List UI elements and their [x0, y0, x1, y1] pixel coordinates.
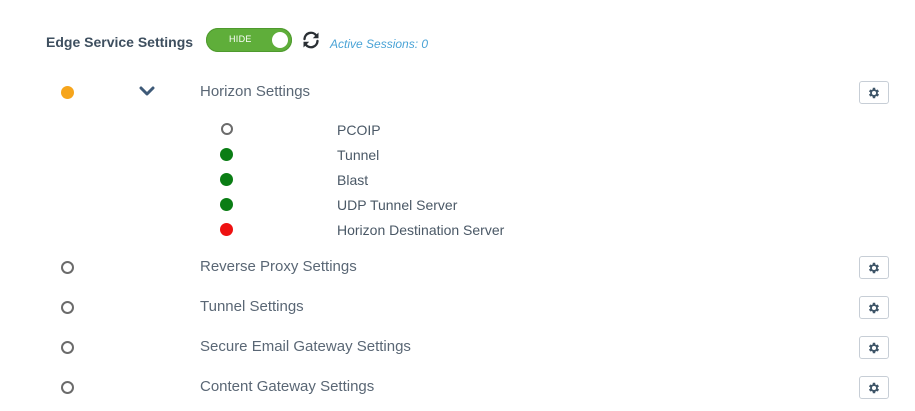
sub-item-blast: Blast	[337, 172, 369, 188]
secure-email-gateway-gear-button[interactable]	[859, 336, 889, 359]
service-label-secure-email-gateway[interactable]: Secure Email Gateway Settings	[200, 338, 411, 355]
service-label-content-gateway[interactable]: Content Gateway Settings	[200, 378, 374, 395]
tunnel-settings-gear-button[interactable]	[859, 296, 889, 319]
content-gateway-gear-button[interactable]	[859, 376, 889, 399]
page-title: Edge Service Settings	[46, 34, 194, 50]
udp-tunnel-status-dot	[220, 198, 233, 211]
service-label-reverse-proxy[interactable]: Reverse Proxy Settings	[200, 258, 357, 275]
sub-item-horizon-destination-server: Horizon Destination Server	[337, 222, 505, 238]
chevron-down-icon[interactable]	[139, 85, 155, 97]
content-gateway-status-dot	[61, 381, 74, 394]
gear-icon	[868, 302, 880, 313]
hide-toggle[interactable]: HIDE	[206, 28, 292, 52]
toggle-label: HIDE	[229, 34, 252, 44]
service-label-tunnel[interactable]: Tunnel Settings	[200, 298, 304, 315]
horizon-settings-gear-button[interactable]	[859, 81, 889, 104]
service-label-horizon[interactable]: Horizon Settings	[200, 83, 310, 100]
edge-service-settings-panel: Edge Service Settings HIDE Active Sessio…	[0, 0, 915, 411]
pcoip-status-dot	[221, 123, 233, 135]
toggle-knob	[272, 32, 288, 48]
refresh-icon[interactable]	[301, 30, 321, 50]
sub-item-pcoip: PCOIP	[337, 122, 381, 138]
horizon-destination-status-dot	[220, 223, 233, 236]
horizon-status-dot	[61, 86, 74, 99]
blast-status-dot	[220, 173, 233, 186]
sub-item-udp-tunnel-server: UDP Tunnel Server	[337, 197, 458, 213]
sub-item-tunnel: Tunnel	[337, 147, 380, 163]
reverse-proxy-status-dot	[61, 261, 74, 274]
active-sessions-link[interactable]: Active Sessions: 0	[330, 37, 428, 51]
tunnel-status-dot	[220, 148, 233, 161]
gear-icon	[868, 87, 880, 98]
reverse-proxy-gear-button[interactable]	[859, 256, 889, 279]
gear-icon	[868, 382, 880, 393]
gear-icon	[868, 262, 880, 273]
tunnel-settings-status-dot	[61, 301, 74, 314]
gear-icon	[868, 342, 880, 353]
seg-status-dot	[61, 341, 74, 354]
